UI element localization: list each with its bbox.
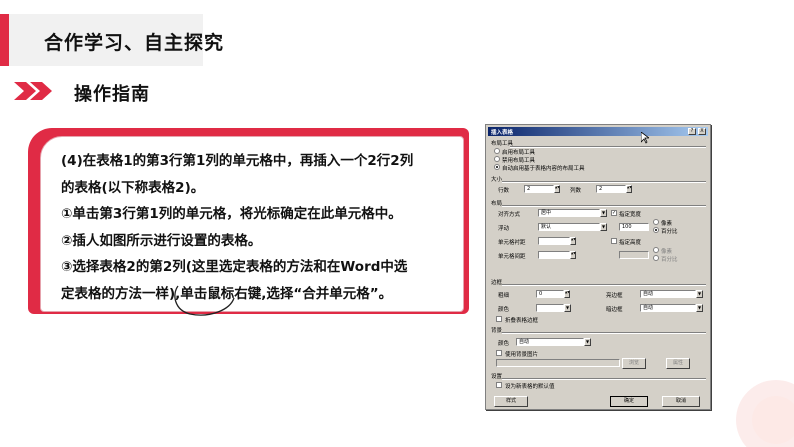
layout-tool-radio-enable[interactable]: [494, 148, 500, 154]
collapse-border-checkbox[interactable]: [496, 316, 502, 322]
cell-padding-label: 单元格间距: [498, 254, 526, 260]
mouse-pointer-icon: [641, 132, 649, 144]
pixel-label: 像素: [661, 249, 673, 255]
background-label: 背景: [491, 328, 503, 334]
divider: [502, 332, 706, 334]
height-label: 指定高度: [619, 240, 642, 246]
properties-button[interactable]: 属性: [666, 358, 690, 369]
border-color-label: 颜色: [498, 307, 510, 313]
cancel-button[interactable]: 取消: [662, 396, 700, 407]
align-select[interactable]: 居中: [538, 209, 600, 217]
float-label: 浮动: [498, 226, 510, 232]
cell-spacing-input[interactable]: [538, 237, 570, 245]
rows-label: 行数: [498, 188, 510, 194]
dark-border-label: 暗边框: [606, 307, 623, 313]
set-default-checkbox[interactable]: [496, 382, 502, 388]
bg-image-path-input[interactable]: [496, 359, 620, 367]
decorative-circle-inner: [752, 396, 794, 444]
dialog-title: 插入表格: [491, 130, 514, 136]
align-label: 对齐方式: [498, 212, 521, 218]
thickness-label: 粗细: [498, 293, 510, 299]
percent-label: 百分比: [661, 257, 678, 263]
cols-spinner[interactable]: ▲▼: [626, 185, 632, 193]
option-label: 启用布局工具: [502, 150, 536, 156]
chevron-down-icon[interactable]: ▼: [696, 290, 703, 298]
light-border-select[interactable]: 自动: [640, 290, 696, 298]
instruction-line: 定表格的方法一样),单击鼠标右键,选择“合并单元格”。: [61, 285, 393, 302]
layout-label: 布局: [491, 201, 503, 207]
divider: [502, 378, 706, 380]
chevron-down-icon[interactable]: ▼: [696, 304, 703, 312]
float-select[interactable]: 默认: [538, 223, 600, 231]
border-label: 边框: [491, 280, 503, 286]
layout-tool-radio-disable[interactable]: [494, 156, 500, 162]
cols-input[interactable]: 2: [596, 185, 626, 193]
height-checkbox[interactable]: [611, 238, 617, 244]
cell-spacing-label: 单元格衬距: [498, 240, 526, 246]
page-title: 合作学习、自主探究: [44, 32, 225, 54]
chevron-down-icon[interactable]: ▼: [600, 223, 607, 231]
chevron-down-icon[interactable]: ▼: [564, 304, 571, 312]
light-border-label: 亮边框: [606, 293, 623, 299]
chevron-down-icon[interactable]: ▼: [600, 209, 607, 217]
title-accent-bar: [0, 14, 9, 66]
style-button[interactable]: 样式: [494, 396, 528, 407]
instruction-line: 的表格(以下称表格2)。: [61, 179, 205, 196]
height-percent-radio[interactable]: [653, 255, 659, 261]
divider: [510, 146, 706, 148]
option-label: 禁用布局工具: [502, 158, 536, 164]
height-input[interactable]: [619, 251, 649, 259]
divider: [502, 181, 706, 183]
cell-padding-spinner[interactable]: ▲▼: [570, 251, 576, 259]
width-label: 指定宽度: [619, 212, 642, 218]
width-percent-radio[interactable]: [653, 227, 659, 233]
instruction-line: ③选择表格2的第2列(这里选定表格的方法和在Word中选: [61, 259, 408, 275]
border-color-select[interactable]: [536, 304, 564, 312]
width-pixel-radio[interactable]: [653, 219, 659, 225]
collapse-border-label: 折叠表格边框: [505, 318, 539, 324]
set-default-label: 设为新表格的默认值: [505, 384, 555, 390]
thickness-spinner[interactable]: ▲▼: [564, 290, 570, 298]
settings-label: 设置: [491, 374, 503, 380]
width-input[interactable]: 100: [619, 223, 649, 231]
rows-spinner[interactable]: ▲▼: [554, 185, 560, 193]
insert-table-dialog: 插入表格 ? X 布局工具 启用布局工具 禁用布局工具 自动启用基于表格内容的布…: [485, 124, 711, 410]
dark-border-select[interactable]: 自动: [640, 304, 696, 312]
section-subtitle: 操作指南: [74, 84, 150, 105]
instruction-line: (4)在表格1的第3行第1列的单元格中，再插入一个2行2列: [61, 153, 414, 169]
help-button[interactable]: ?: [688, 128, 696, 135]
cell-spacing-spinner[interactable]: ▲▼: [570, 237, 576, 245]
option-label: 自动启用基于表格内容的布局工具: [502, 166, 585, 172]
double-chevron-icon: [14, 80, 58, 102]
dialog-titlebar: 插入表格 ? X: [488, 127, 708, 136]
divider: [502, 205, 706, 207]
cols-label: 列数: [570, 188, 582, 194]
instruction-line: ②插人如图所示进行设置的表格。: [61, 232, 262, 249]
use-bg-image-label: 使用背景图片: [505, 352, 539, 358]
divider: [502, 284, 706, 286]
width-checkbox[interactable]: ✓: [611, 210, 617, 216]
rows-input[interactable]: 2: [524, 185, 554, 193]
chevron-down-icon[interactable]: ▼: [584, 338, 591, 346]
browse-button[interactable]: 浏览: [622, 358, 646, 369]
instruction-line: ①单击第3行第1列的单元格，将光标确定在此单元格中。: [61, 206, 402, 222]
bg-color-label: 颜色: [498, 341, 510, 347]
bg-color-select[interactable]: 自动: [516, 338, 584, 346]
use-bg-image-checkbox[interactable]: [496, 350, 502, 356]
height-pixel-radio[interactable]: [653, 247, 659, 253]
ok-button[interactable]: 确定: [610, 396, 648, 407]
cell-padding-input[interactable]: [538, 251, 570, 259]
close-button[interactable]: X: [698, 128, 706, 135]
size-label: 大小: [491, 177, 503, 183]
pixel-label: 像素: [661, 221, 673, 227]
instruction-text: (4)在表格1的第3行第1列的单元格中，再插入一个2行2列 的表格(以下称表格2…: [61, 148, 461, 307]
percent-label: 百分比: [661, 229, 678, 235]
thickness-input[interactable]: 0: [536, 290, 564, 298]
layout-tool-radio-auto[interactable]: [494, 164, 500, 170]
